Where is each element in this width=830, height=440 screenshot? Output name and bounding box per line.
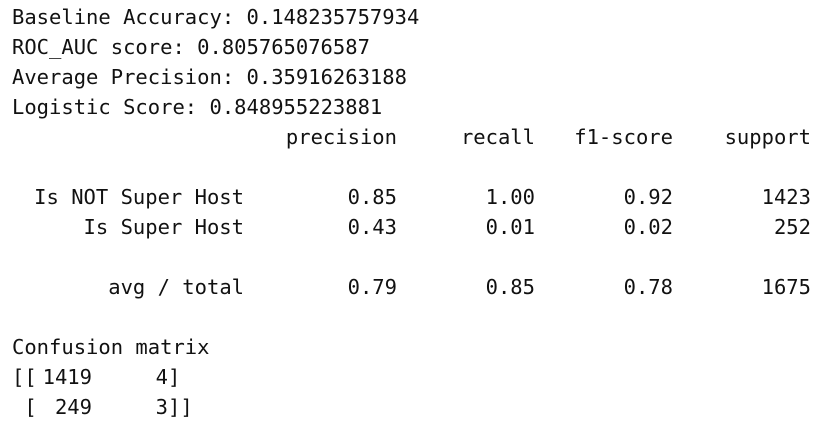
metric-value: 0.805765076587 [197,35,370,59]
metric-value: 0.35916263188 [246,65,407,89]
report-cell-f1: 0.92 [623,185,673,209]
report-cell-precision: 0.85 [347,185,397,209]
confusion-matrix-title: Confusion matrix [12,335,210,359]
report-row-not-super-host: Is NOT Super Host 0.85 1.00 0.92 1423 [12,182,822,212]
metric-label: ROC_AUC score: [12,35,185,59]
matrix-cell: 249 [54,395,92,419]
report-cell-support: 1675 [761,275,811,299]
metric-label: Baseline Accuracy: [12,5,235,29]
report-cell-support: 252 [773,215,811,239]
report-cell-precision: 0.43 [347,215,397,239]
matrix-close-bracket: ]] [168,395,193,419]
report-row-label: Is Super Host [83,215,244,239]
console-output: Baseline Accuracy: 0.148235757934 ROC_AU… [12,2,822,422]
metric-value: 0.848955223881 [209,95,383,119]
report-cell-recall: 0.85 [485,275,535,299]
metric-average-precision: Average Precision: 0.35916263188 [12,62,822,92]
metric-roc-auc: ROC_AUC score: 0.805765076587 [12,32,822,62]
metric-logistic-score: Logistic Score: 0.848955223881 [12,92,822,122]
report-cell-support: 1423 [761,185,811,209]
report-row-super-host: Is Super Host 0.43 0.01 0.02 252 [12,212,822,242]
matrix-open-bracket: [ [12,395,37,419]
report-row-label: avg / total [108,275,244,299]
metric-value: 0.148235757934 [246,5,420,29]
report-header-row: precision recall f1-score support [12,122,822,152]
confusion-matrix-row: [ 249 3 ]] [12,392,822,422]
report-header-precision: precision [285,125,397,149]
matrix-open-bracket: [[ [12,365,37,389]
report-header-support: support [724,125,811,149]
matrix-cell: 1419 [42,365,92,389]
report-row-total: avg / total 0.79 0.85 0.78 1675 [12,272,822,302]
report-header-recall: recall [460,125,535,149]
report-header-f1: f1-score [574,125,673,149]
metric-label: Average Precision: [12,65,235,89]
metric-baseline-accuracy: Baseline Accuracy: 0.148235757934 [12,2,822,32]
matrix-cell: 3 [155,395,168,419]
confusion-matrix-row: [[ 1419 4 ] [12,362,822,392]
report-cell-f1: 0.02 [623,215,673,239]
matrix-cell: 4 [155,365,168,389]
report-cell-precision: 0.79 [347,275,397,299]
report-cell-recall: 1.00 [485,185,535,209]
report-row-label: Is NOT Super Host [34,185,244,209]
report-header-blank [12,122,244,152]
report-cell-recall: 0.01 [485,215,535,239]
report-cell-f1: 0.78 [623,275,673,299]
matrix-close-bracket: ] [168,365,181,389]
metric-label: Logistic Score: [12,95,198,119]
